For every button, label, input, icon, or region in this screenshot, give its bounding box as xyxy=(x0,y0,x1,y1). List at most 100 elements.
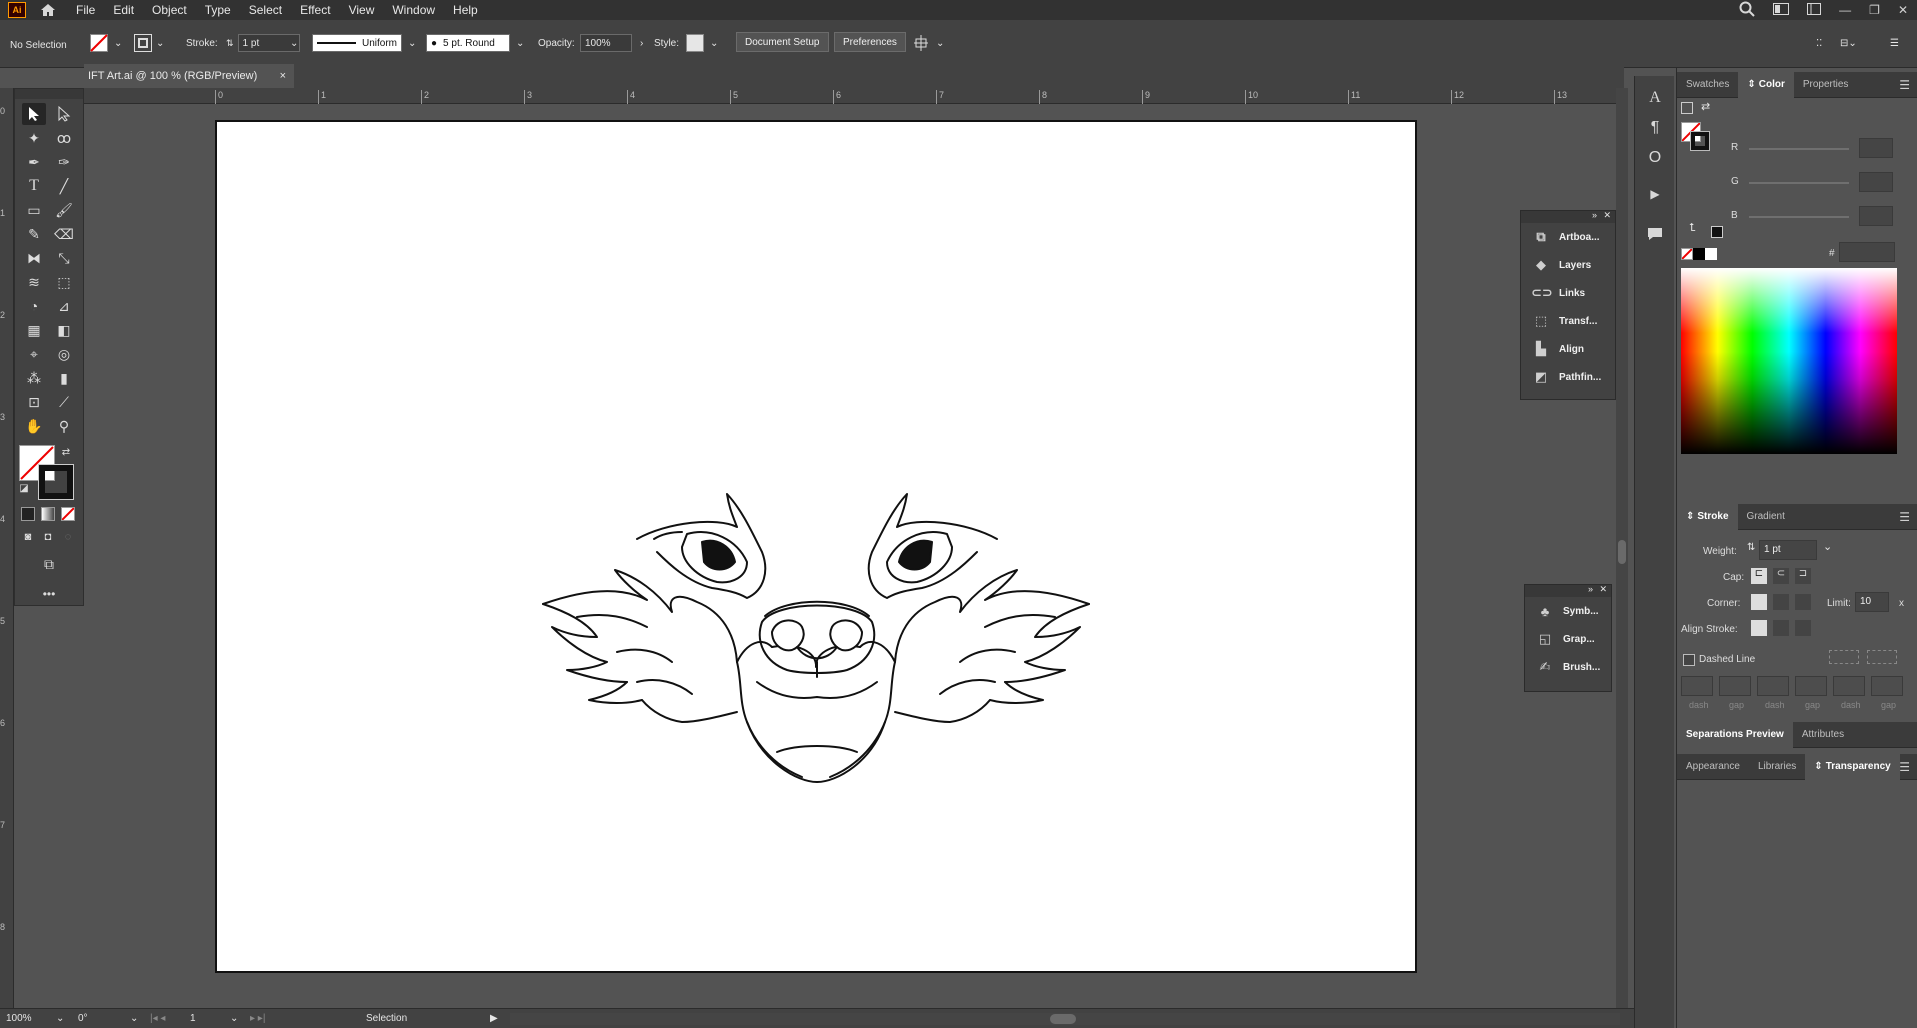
align-center-icon[interactable] xyxy=(1751,620,1767,636)
opacity-field[interactable]: 100% › xyxy=(580,34,643,52)
dash-field[interactable] xyxy=(1833,676,1865,696)
tab-separations-preview[interactable]: Separations Preview xyxy=(1677,721,1793,748)
collapse-icon[interactable]: » xyxy=(1592,210,1597,220)
vertical-ruler[interactable]: 0 1 2 3 4 5 6 7 8 xyxy=(0,88,14,1008)
chevron-down-icon[interactable]: ⌄ xyxy=(936,38,944,49)
artboard[interactable] xyxy=(215,120,1417,973)
panel-menu-icon[interactable]: ☰ xyxy=(1899,78,1910,92)
panel-grip[interactable] xyxy=(15,89,83,99)
character-icon[interactable]: A xyxy=(1643,86,1667,110)
chevron-down-icon[interactable]: ⌄ xyxy=(408,38,416,49)
column-graph-tool-icon[interactable]: ▮ xyxy=(52,367,76,389)
tab-swatches[interactable]: Swatches xyxy=(1677,72,1738,98)
stroke-weight-spinner[interactable]: ⇅ 1 pt xyxy=(226,34,300,52)
panel-item-layers[interactable]: ◆ Layers xyxy=(1521,251,1615,279)
round-cap-icon[interactable]: ⊂ xyxy=(1773,568,1789,584)
preferences-button[interactable]: Preferences xyxy=(834,32,906,52)
bevel-join-icon[interactable] xyxy=(1795,594,1811,610)
artboard-tool-icon[interactable]: ⊡ xyxy=(22,391,46,413)
color-mode-icon[interactable] xyxy=(21,507,35,521)
dash-align-icon[interactable] xyxy=(1867,650,1897,664)
rectangle-tool-icon[interactable]: ▭ xyxy=(22,199,46,221)
menu-help[interactable]: Help xyxy=(453,3,478,17)
none-mode-icon[interactable] xyxy=(61,507,75,521)
menu-type[interactable]: Type xyxy=(205,3,231,17)
chevron-down-icon[interactable]: ⌄ xyxy=(290,34,298,52)
dash-field[interactable] xyxy=(1757,676,1789,696)
align-inside-icon[interactable] xyxy=(1773,620,1789,636)
dash-field[interactable] xyxy=(1681,676,1713,696)
none-swatch[interactable] xyxy=(1681,248,1693,260)
isolate-icon[interactable]: ⁚⁚ xyxy=(1816,34,1822,52)
hand-tool-icon[interactable]: ✋ xyxy=(22,415,46,437)
pen-tool-icon[interactable]: ✒ xyxy=(22,151,46,173)
menu-file[interactable]: File xyxy=(76,3,95,17)
gap-field[interactable] xyxy=(1719,676,1751,696)
tab-transparency[interactable]: ⇕ Transparency xyxy=(1805,753,1900,780)
fill-swatch[interactable]: ⌄ xyxy=(90,34,122,52)
weight-stepper-icon[interactable]: ⇅ xyxy=(1747,542,1755,553)
r-value-field[interactable] xyxy=(1859,138,1893,158)
type-tool-icon[interactable]: T xyxy=(22,175,46,197)
actions-icon[interactable]: ▶ xyxy=(1643,182,1667,206)
stroke-color-swatch[interactable] xyxy=(38,464,74,500)
chevron-right-icon[interactable]: › xyxy=(640,38,643,49)
tab-gradient[interactable]: Gradient xyxy=(1738,504,1794,530)
menu-window[interactable]: Window xyxy=(392,3,435,17)
panel-item-graphic-styles[interactable]: ◱ Grap... xyxy=(1525,625,1611,653)
chevron-down-icon[interactable]: ⌄ xyxy=(230,1013,238,1024)
weight-field[interactable]: 1 pt xyxy=(1759,540,1817,560)
canvas[interactable] xyxy=(84,104,1624,1008)
gap-field[interactable] xyxy=(1795,676,1827,696)
menu-view[interactable]: View xyxy=(349,3,375,17)
stroke-swatch[interactable]: ⌄ xyxy=(134,34,164,52)
tab-libraries[interactable]: Libraries xyxy=(1749,754,1805,780)
b-slider[interactable] xyxy=(1749,216,1849,218)
tab-appearance[interactable]: Appearance xyxy=(1677,754,1749,780)
out-of-gamut-icon[interactable]: ⮤ xyxy=(1689,222,1696,235)
r-slider[interactable] xyxy=(1749,148,1849,150)
chevron-down-icon[interactable]: ⌄ xyxy=(1823,540,1832,553)
close-tab-icon[interactable]: × xyxy=(280,70,286,82)
paragraph-icon[interactable]: ¶ xyxy=(1643,116,1667,140)
panel-item-align[interactable]: ▙ Align xyxy=(1521,335,1615,363)
close-icon[interactable]: ✕ xyxy=(1599,584,1607,595)
arrange-icon[interactable]: ⌄ xyxy=(914,34,944,52)
swap-icon[interactable]: ⇄ xyxy=(1701,100,1710,113)
chevron-down-icon[interactable]: ⌄ xyxy=(516,38,524,49)
horizontal-ruler[interactable]: 0 1 2 3 4 5 6 7 8 9 10 11 12 13 xyxy=(84,88,1624,104)
menu-edit[interactable]: Edit xyxy=(113,3,134,17)
perspective-grid-tool-icon[interactable]: ⊿ xyxy=(52,295,76,317)
menu-effect[interactable]: Effect xyxy=(300,3,330,17)
panel-item-links[interactable]: ⊂⊃ Links xyxy=(1521,279,1615,307)
workspace-icon[interactable] xyxy=(1807,2,1822,18)
style-swatch[interactable]: ⌄ xyxy=(686,34,718,52)
mesh-tool-icon[interactable]: ▦ xyxy=(22,319,46,341)
color-spectrum[interactable] xyxy=(1681,268,1897,454)
g-value-field[interactable] xyxy=(1859,172,1893,192)
first-artboard-icon[interactable]: |◂ ◂ xyxy=(150,1013,165,1024)
miter-join-icon[interactable] xyxy=(1751,594,1767,610)
g-slider[interactable] xyxy=(1749,182,1849,184)
default-colors-icon[interactable]: ◪ xyxy=(17,481,31,495)
blend-tool-icon[interactable]: ◎ xyxy=(52,343,76,365)
draw-inside-icon[interactable]: ◌ xyxy=(59,529,77,545)
document-setup-button[interactable]: Document Setup xyxy=(736,32,829,52)
b-value-field[interactable] xyxy=(1859,206,1893,226)
screen-mode-icon[interactable]: ⧉ xyxy=(37,553,61,575)
panel-item-artboards[interactable]: ⧉ Artboa... xyxy=(1521,223,1615,251)
gradient-mode-icon[interactable] xyxy=(41,507,55,521)
chevron-down-icon[interactable]: ⌄ xyxy=(130,1013,138,1024)
panel-menu-icon[interactable]: ☰ xyxy=(1899,760,1910,774)
symbol-sprayer-tool-icon[interactable]: ⁂ xyxy=(22,367,46,389)
comments-icon[interactable] xyxy=(1643,222,1667,246)
dashed-line-checkbox[interactable] xyxy=(1683,654,1695,666)
panel-menu-icon[interactable]: ☰ xyxy=(1899,510,1910,524)
fox-face-artwork[interactable] xyxy=(217,122,1415,971)
scale-tool-icon[interactable]: ⤡ xyxy=(52,247,76,269)
align-outside-icon[interactable] xyxy=(1795,620,1811,636)
butt-cap-icon[interactable]: ⊏ xyxy=(1751,568,1767,584)
collapse-icon[interactable]: » xyxy=(1588,584,1593,594)
home-icon[interactable] xyxy=(38,2,58,18)
search-icon[interactable] xyxy=(1739,1,1755,20)
